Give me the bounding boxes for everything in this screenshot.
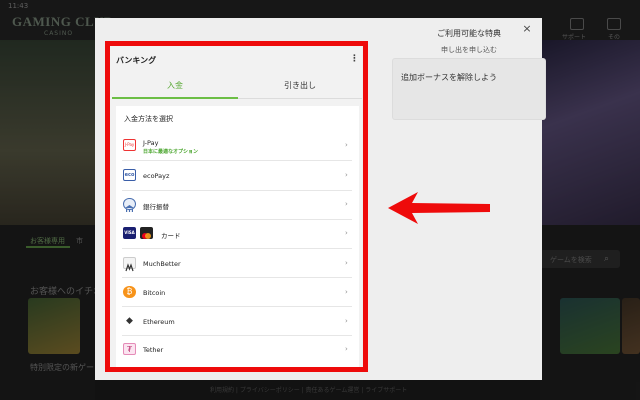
highlight-box: [105, 41, 368, 372]
bonus-apply-link[interactable]: 申し出を申し込む: [392, 45, 546, 55]
bonus-card-text: 追加ボーナスを解除しよう: [401, 73, 497, 82]
arrow-left-icon: [388, 192, 490, 224]
bonus-card[interactable]: [392, 58, 546, 120]
bonus-title: ご利用可能な特典: [437, 29, 501, 38]
